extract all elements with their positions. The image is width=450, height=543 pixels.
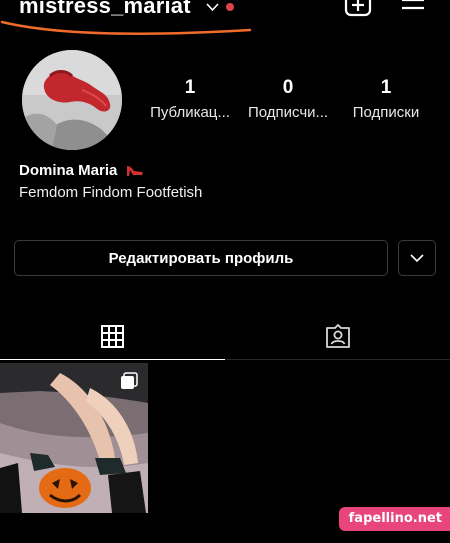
stat-following-label: Подписки	[352, 104, 420, 121]
tab-posts-grid[interactable]	[0, 312, 225, 360]
profile-name: Domina Maria	[19, 162, 144, 179]
stat-posts[interactable]: 1 Публикац...	[140, 77, 240, 122]
tab-divider	[225, 359, 450, 360]
add-post-icon[interactable]	[344, 0, 372, 18]
stat-followers-count: 0	[282, 77, 294, 98]
bio-text: Femdom Findom Footfetish	[19, 184, 203, 201]
active-tab-indicator	[0, 359, 225, 360]
avatar-image	[22, 50, 122, 150]
tab-tagged[interactable]	[225, 312, 450, 360]
avatar[interactable]	[22, 50, 122, 150]
stat-following[interactable]: 1 Подписки	[336, 77, 436, 122]
watermark: fapellino.net	[338, 507, 450, 531]
stat-followers-label: Подписчи...	[247, 104, 329, 121]
profile-name-text: Domina Maria	[19, 162, 118, 179]
suggestions-dropdown-button[interactable]	[398, 240, 436, 276]
grid-icon	[101, 324, 124, 348]
chevron-down-icon	[410, 253, 424, 262]
high-heel-icon	[126, 166, 143, 176]
multiple-photos-icon	[121, 372, 138, 389]
tagged-icon	[325, 324, 350, 348]
stat-followers[interactable]: 0 Подписчи...	[238, 77, 338, 122]
stat-following-count: 1	[380, 77, 392, 98]
stat-posts-label: Публикац...	[150, 104, 230, 121]
menu-icon[interactable]	[400, 0, 426, 16]
highlight-underline	[0, 20, 252, 36]
stat-posts-count: 1	[184, 77, 196, 98]
edit-profile-button[interactable]: Редактировать профиль	[14, 240, 388, 276]
